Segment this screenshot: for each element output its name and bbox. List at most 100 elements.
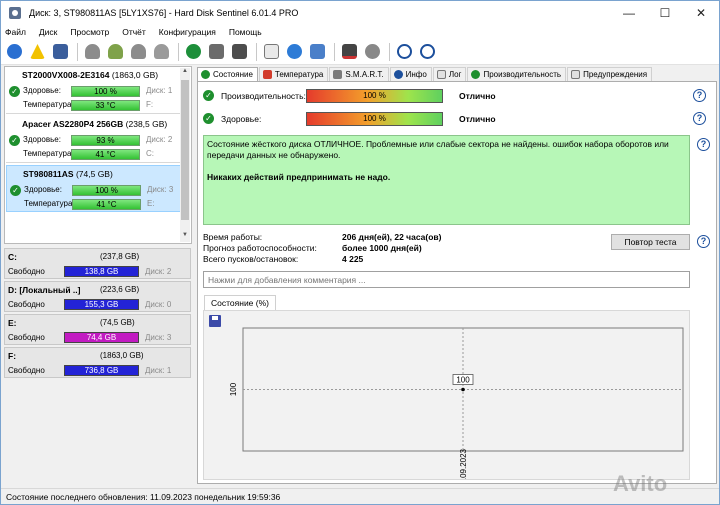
- volume-ref: F:: [146, 100, 154, 109]
- starts-label: Всего пусков/остановок:: [203, 254, 299, 264]
- menu-help[interactable]: Помощь: [229, 27, 262, 37]
- report-button[interactable]: [50, 41, 71, 62]
- disk-list: ST2000VX008-2E3164 (1863,0 GB) ✓ Здоровье…: [4, 66, 192, 244]
- watermark-logo: Avito: [613, 471, 668, 496]
- volume-card[interactable]: D: [Локальный ..] (223,6 GB) Свободно 15…: [4, 281, 191, 312]
- description-text: Состояние жёсткого диска ОТЛИЧНОЕ. Пробл…: [207, 139, 669, 160]
- help-button[interactable]: [394, 41, 415, 62]
- scroll-down-icon[interactable]: ▼: [181, 232, 189, 242]
- options-button[interactable]: [307, 41, 328, 62]
- free-label: Свободно: [8, 366, 45, 375]
- volume-card[interactable]: F: (1863,0 GB) Свободно 736,8 GB Диск: 1: [4, 347, 191, 378]
- volume-card[interactable]: C: (237,8 GB) Свободно 138,8 GB Диск: 2: [4, 248, 191, 279]
- volume-card[interactable]: E: (74,5 GB) Свободно 74,4 GB Диск: 3: [4, 314, 191, 345]
- disk-test-icon: [85, 44, 100, 59]
- volume-ref: C:: [146, 149, 154, 158]
- help-icon: [397, 44, 412, 59]
- tab-label: Лог: [448, 70, 462, 79]
- disk-card[interactable]: Apacer AS2280P4 256GB (238,5 GB) ✓ Здоров…: [6, 116, 181, 163]
- check-icon: ✓: [10, 185, 21, 196]
- tab-log[interactable]: Лог: [432, 67, 467, 81]
- sound-icon: [365, 44, 380, 59]
- tab-status[interactable]: Состояние: [197, 67, 258, 81]
- volume-letter: C:: [8, 252, 17, 262]
- health-bar: 93 %: [71, 135, 140, 146]
- disk-test-button[interactable]: [82, 41, 103, 62]
- help-icon[interactable]: ?: [697, 138, 710, 151]
- menu-view[interactable]: Просмотр: [70, 27, 109, 37]
- tab-temperature[interactable]: Температура: [258, 67, 329, 81]
- disk-test-3-button[interactable]: [128, 41, 149, 62]
- sound-button[interactable]: [362, 41, 383, 62]
- performance-icon: [471, 70, 481, 79]
- disk-test-2-button[interactable]: [105, 41, 126, 62]
- uptime-value: 206 дня(ей), 22 часа(ов): [342, 232, 442, 242]
- close-button[interactable]: ✕: [683, 1, 719, 25]
- info-button[interactable]: [417, 41, 438, 62]
- scroll-up-icon[interactable]: ▲: [181, 68, 189, 78]
- disk-title: ST980811AS (74,5 GB): [23, 169, 113, 179]
- network-button[interactable]: [206, 41, 227, 62]
- tab-info[interactable]: Инфо: [389, 67, 432, 81]
- health-label: Здоровье:: [23, 135, 61, 144]
- usb-button[interactable]: [229, 41, 250, 62]
- tab-label: Инфо: [405, 70, 427, 79]
- refresh-button[interactable]: [4, 41, 25, 62]
- temp-bar: 41 °C: [71, 149, 140, 160]
- disk-test-4-button[interactable]: [151, 41, 172, 62]
- maximize-button[interactable]: ☐: [647, 1, 683, 25]
- warnings-icon: [571, 70, 581, 79]
- retest-button[interactable]: Повтор теста: [611, 234, 690, 250]
- menu-disk[interactable]: Диск: [39, 27, 57, 37]
- toolbar: [1, 39, 719, 65]
- disk-list-scrollbar[interactable]: ▲ ▼: [180, 68, 190, 242]
- recycle-button[interactable]: [284, 41, 305, 62]
- tab-label: Состояние: [213, 70, 253, 79]
- network-icon: [209, 44, 224, 59]
- menu-config[interactable]: Конфигурация: [159, 27, 216, 37]
- title-bar: Диск: 3, ST980811AS [5LY1XS76] - Hard Di…: [1, 1, 719, 25]
- volume-size: (1863,0 GB): [100, 351, 144, 360]
- check-icon: [201, 70, 210, 79]
- performance-label: Производительность:: [221, 91, 306, 101]
- menu-report[interactable]: Отчёт: [122, 27, 146, 37]
- help-icon[interactable]: ?: [693, 112, 706, 125]
- health-label: Здоровье:: [23, 86, 61, 95]
- app-window: Диск: 3, ST980811AS [5LY1XS76] - Hard Di…: [0, 0, 720, 505]
- status-description: Состояние жёсткого диска ОТЛИЧНОЕ. Пробл…: [203, 135, 690, 225]
- health-row: ✓ Здоровье: 100 % Отлично ?: [202, 111, 712, 127]
- monitor-icon: [342, 44, 357, 59]
- disk-ref: Диск: 3: [147, 185, 174, 194]
- document-button[interactable]: [261, 41, 282, 62]
- disk-card-selected[interactable]: ST980811AS (74,5 GB) ✓ Здоровье: 100 % Диск…: [6, 165, 181, 212]
- comment-input[interactable]: [203, 271, 690, 288]
- minimize-button[interactable]: —: [611, 1, 647, 25]
- chart-tab[interactable]: Состояние (%): [204, 295, 276, 311]
- disk-size: (1863,0 GB): [111, 70, 159, 80]
- disk-title: Apacer AS2280P4 256GB (238,5 GB): [22, 119, 167, 129]
- tab-warnings[interactable]: Предупреждения: [567, 67, 653, 81]
- volume-size: (74,5 GB): [100, 318, 135, 327]
- menu-file[interactable]: Файл: [5, 27, 26, 37]
- scrollbar-thumb[interactable]: [181, 80, 189, 220]
- volume-size: (223,6 GB): [100, 285, 140, 294]
- help-icon[interactable]: ?: [697, 235, 710, 248]
- volume-letter: D: [Локальный ..]: [8, 285, 81, 295]
- health-bar: 100 %: [71, 86, 140, 97]
- tab-smart[interactable]: S.M.A.R.T.: [329, 67, 389, 81]
- disk-card[interactable]: ST2000VX008-2E3164 (1863,0 GB) ✓ Здоровье…: [6, 67, 181, 114]
- globe-button[interactable]: [183, 41, 204, 62]
- data-label: 100: [456, 376, 470, 385]
- temp-bar: 41 °C: [72, 199, 141, 210]
- warning-button[interactable]: [27, 41, 48, 62]
- health-bar: 100 %: [306, 112, 443, 126]
- monitor-button[interactable]: [339, 41, 360, 62]
- refresh-icon: [7, 44, 22, 59]
- uptime-label: Время работы:: [203, 232, 263, 242]
- health-label: Здоровье:: [24, 185, 62, 194]
- tab-performance[interactable]: Производительность: [467, 67, 567, 81]
- toolbar-separator: [77, 42, 78, 61]
- options-icon: [310, 44, 325, 59]
- status-bar: Состояние последнего обновления: 11.09.2…: [1, 488, 719, 504]
- help-icon[interactable]: ?: [693, 89, 706, 102]
